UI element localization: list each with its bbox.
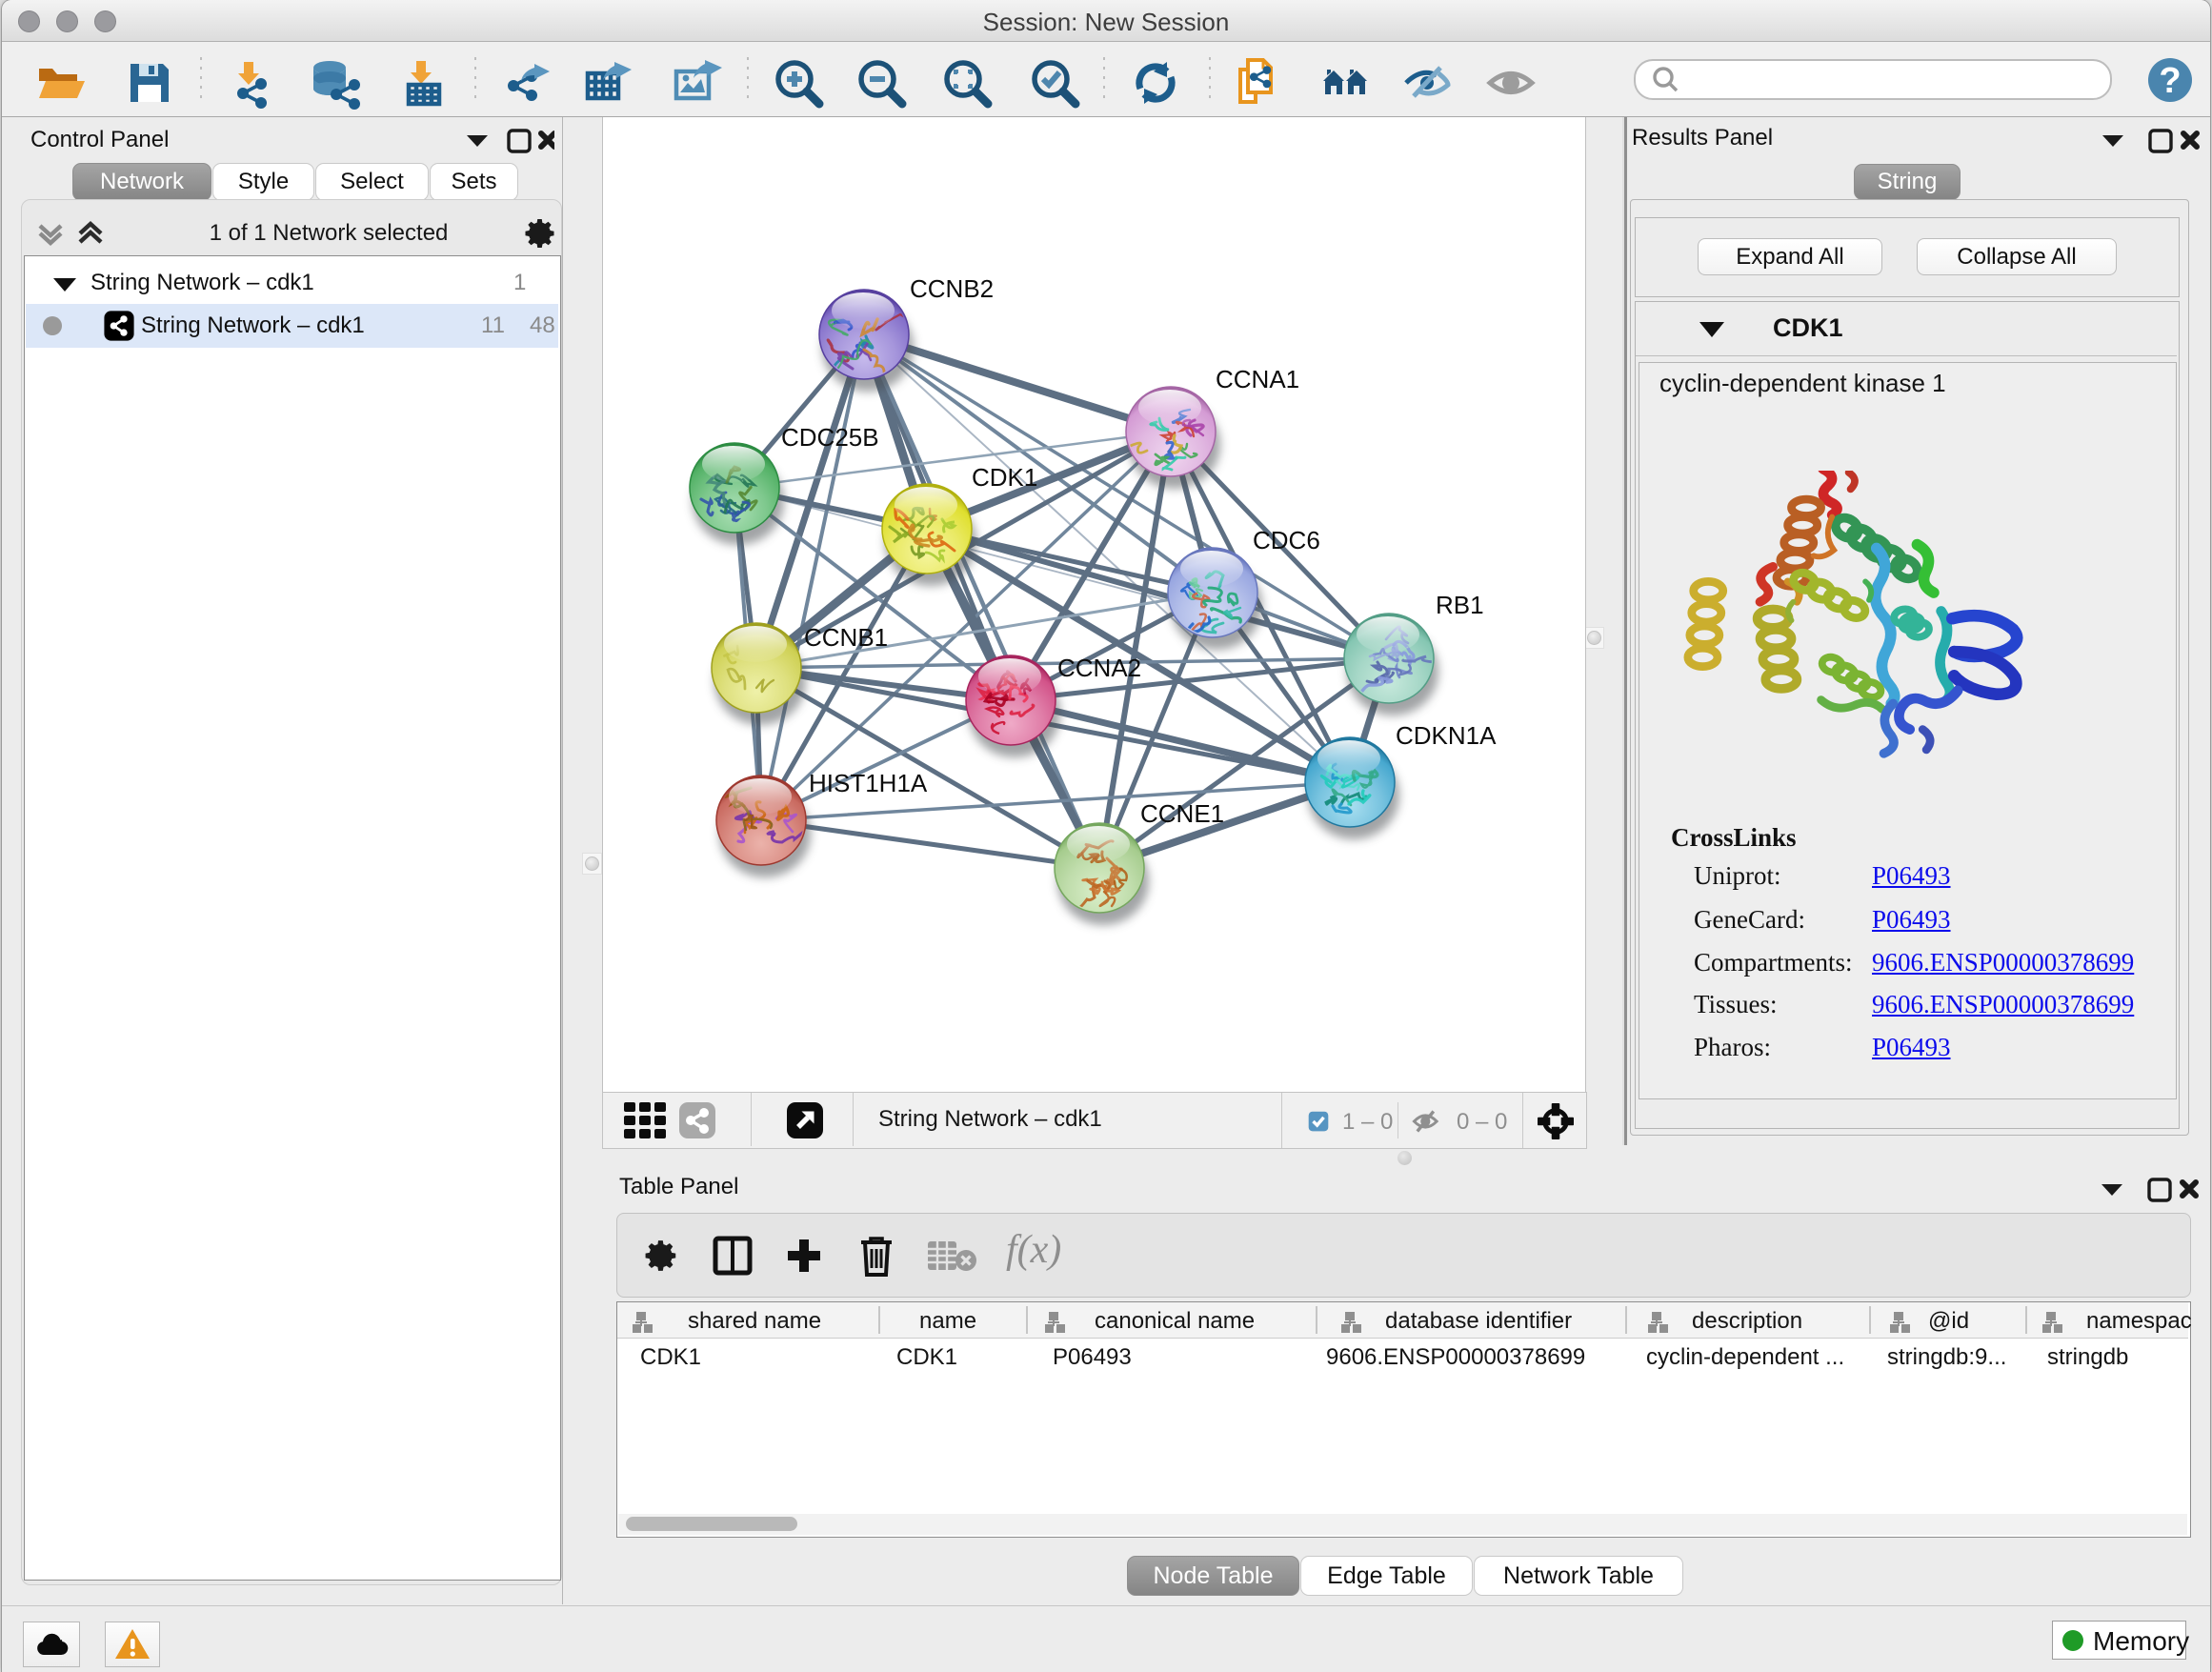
svg-text:CCNA2: CCNA2 bbox=[1057, 654, 1141, 682]
svg-text:CDC6: CDC6 bbox=[1253, 526, 1320, 554]
svg-text:CCNB2: CCNB2 bbox=[910, 274, 994, 303]
svg-text:HIST1H1A: HIST1H1A bbox=[809, 769, 928, 797]
svg-text:CCNA1: CCNA1 bbox=[1216, 365, 1299, 393]
svg-text:CDK1: CDK1 bbox=[972, 463, 1037, 492]
svg-text:?: ? bbox=[2159, 61, 2181, 101]
svg-text:CDC25B: CDC25B bbox=[781, 423, 879, 452]
svg-text:CCNE1: CCNE1 bbox=[1140, 799, 1224, 828]
svg-text:CDKN1A: CDKN1A bbox=[1396, 721, 1497, 750]
svg-text:CCNB1: CCNB1 bbox=[804, 623, 888, 652]
svg-text:RB1: RB1 bbox=[1436, 591, 1484, 619]
